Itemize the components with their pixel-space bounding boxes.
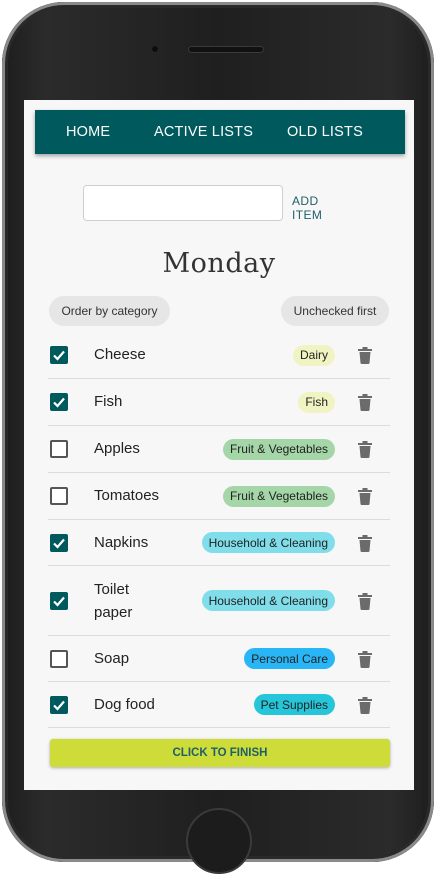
list-item: Toilet paper Household & Cleaning (48, 566, 390, 636)
phone-frame: HOME ACTIVE LISTS OLD LISTS ADD ITEM Mon… (2, 2, 434, 874)
list-item: Cheese Dairy (48, 332, 390, 379)
category-badge: Dairy (292, 344, 335, 366)
list-title: Monday (162, 248, 276, 279)
check-icon (53, 700, 65, 711)
camera-icon (150, 44, 160, 54)
item-name: Tomatoes (94, 487, 160, 504)
category-badge: Fish (298, 391, 335, 413)
list-item: Tomatoes Fruit & Vegetables (48, 473, 390, 520)
speaker-grille (188, 46, 264, 53)
list-item: Fish Fish (48, 379, 390, 426)
list-item: Dog food Pet Supplies (48, 682, 390, 728)
trash-icon[interactable] (357, 592, 373, 610)
item-name: Cheese (94, 346, 146, 363)
item-checkbox[interactable] (50, 695, 68, 714)
add-item-button[interactable]: ADD ITEM (292, 194, 322, 222)
trash-icon[interactable] (357, 534, 373, 552)
item-name: Apples (94, 440, 140, 457)
navbar: HOME ACTIVE LISTS OLD LISTS (35, 110, 405, 154)
item-name: Dog food (94, 695, 155, 713)
check-icon (53, 350, 65, 361)
category-badge: Personal Care (244, 648, 335, 669)
nav-old-lists[interactable]: OLD LISTS (287, 124, 363, 140)
category-badge: Fruit & Vegetables (222, 438, 335, 460)
trash-icon[interactable] (357, 346, 373, 364)
category-badge: Household & Cleaning (201, 590, 335, 611)
shopping-item-list: Cheese Dairy Fish Fish Apples Fruit & Vegetab… (48, 332, 390, 728)
check-icon (53, 596, 65, 607)
category-badge: Household & Cleaning (201, 532, 335, 553)
item-checkbox[interactable] (50, 346, 68, 364)
item-checkbox[interactable] (50, 393, 68, 411)
phone-home-button[interactable] (186, 808, 252, 874)
trash-icon[interactable] (357, 696, 373, 714)
item-name: Soap (94, 649, 130, 667)
item-name: Toilet paper (94, 580, 133, 621)
order-by-category-button[interactable]: Order by category (49, 296, 170, 326)
item-checkbox[interactable] (50, 591, 68, 610)
item-name: Napkins (94, 533, 149, 551)
finish-button[interactable]: CLICK TO FINISH (50, 739, 390, 767)
item-name: Fish (94, 393, 123, 410)
item-checkbox[interactable] (50, 440, 68, 458)
trash-icon[interactable] (357, 393, 373, 411)
trash-icon[interactable] (357, 650, 373, 668)
item-checkbox[interactable] (50, 649, 68, 668)
list-item: Napkins Household & Cleaning (48, 520, 390, 566)
list-item: Soap Personal Care (48, 636, 390, 682)
trash-icon[interactable] (357, 440, 373, 458)
check-icon (53, 538, 65, 549)
unchecked-first-button[interactable]: Unchecked first (281, 296, 389, 326)
trash-icon[interactable] (357, 487, 373, 505)
category-badge: Fruit & Vegetables (222, 485, 335, 507)
list-item: Apples Fruit & Vegetables (48, 426, 390, 473)
nav-home[interactable]: HOME (66, 124, 110, 140)
check-icon (53, 397, 65, 408)
category-badge: Pet Supplies (253, 694, 335, 715)
item-checkbox[interactable] (50, 487, 68, 505)
nav-active-lists[interactable]: ACTIVE LISTS (154, 124, 253, 140)
item-input[interactable] (83, 185, 283, 221)
item-checkbox[interactable] (50, 533, 68, 552)
app-screen: HOME ACTIVE LISTS OLD LISTS ADD ITEM Mon… (24, 100, 414, 790)
